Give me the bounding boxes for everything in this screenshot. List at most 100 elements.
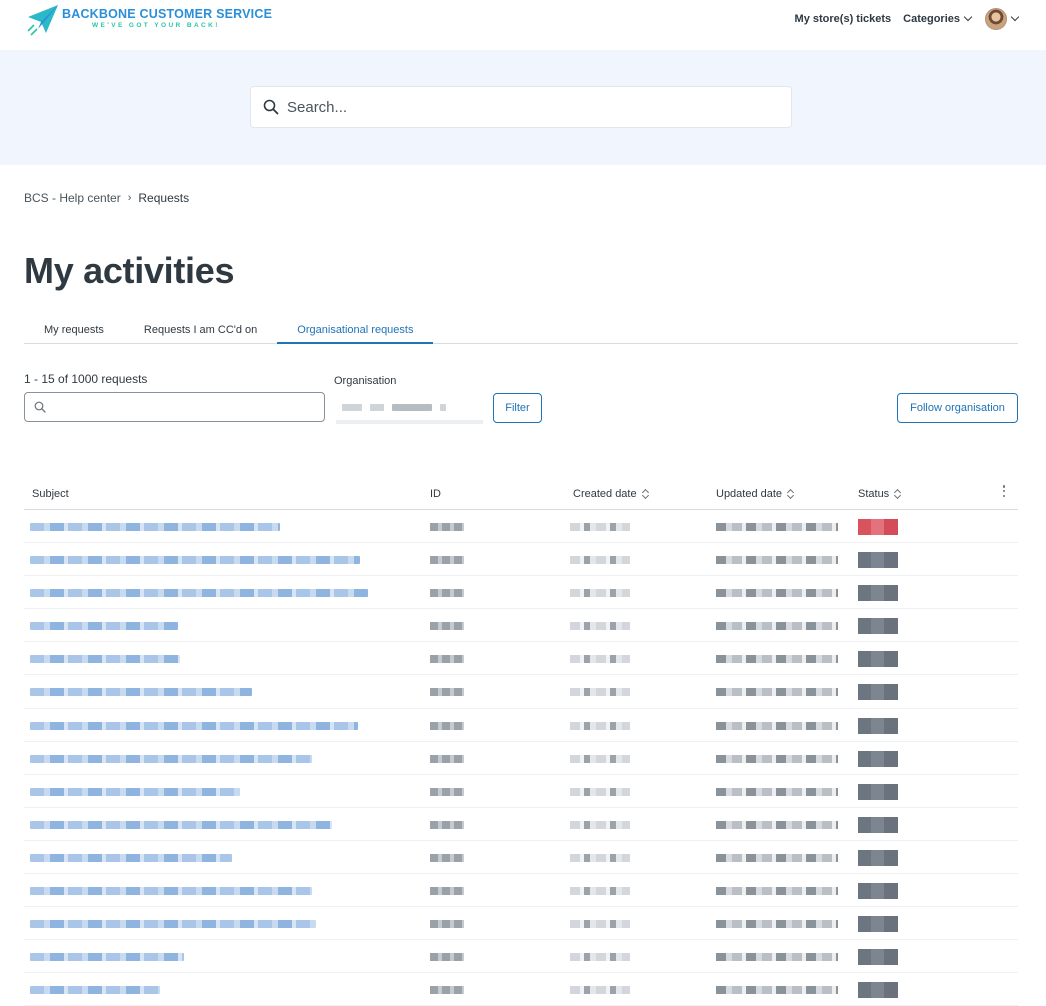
request-subject-link-redacted[interactable]: [30, 688, 252, 697]
request-subject-link-redacted[interactable]: [30, 523, 280, 531]
breadcrumb-separator: ›: [127, 192, 132, 204]
request-subject-link-redacted[interactable]: [30, 556, 360, 565]
updated-date-redacted: [716, 721, 838, 730]
column-updated-date[interactable]: Updated date: [716, 488, 794, 500]
organisation-label: Organisation: [334, 375, 397, 387]
table-header: Subject ID Created date Updated date Sta…: [24, 482, 1018, 510]
table-row[interactable]: [24, 543, 1018, 577]
table-body: [24, 510, 1018, 1006]
request-subject-link-redacted[interactable]: [30, 986, 160, 995]
updated-date-redacted: [716, 754, 838, 763]
sort-icon: [642, 489, 649, 499]
column-status-label: Status: [858, 488, 890, 500]
table-row[interactable]: [24, 907, 1018, 941]
organisation-value-redacted: [342, 403, 362, 411]
request-subject-link-redacted[interactable]: [30, 787, 240, 796]
chevron-down-icon: [1010, 12, 1020, 22]
request-subject-link-redacted[interactable]: [30, 920, 316, 929]
request-id-redacted: [430, 721, 464, 730]
updated-date-redacted: [716, 986, 838, 995]
organisation-value-redacted: [440, 403, 446, 411]
user-menu[interactable]: [985, 8, 1020, 30]
request-id-redacted: [430, 787, 464, 796]
filter-button[interactable]: Filter: [493, 393, 542, 423]
breadcrumb-current[interactable]: Requests: [138, 191, 189, 205]
request-subject-link-redacted[interactable]: [30, 622, 178, 631]
nav-categories-dropdown[interactable]: Categories: [903, 12, 973, 25]
hero-banner: [0, 50, 1046, 165]
created-date-redacted: [570, 721, 630, 730]
status-badge: [858, 651, 898, 668]
updated-date-redacted: [716, 688, 838, 697]
column-created-date[interactable]: Created date: [573, 488, 649, 500]
request-id-redacted: [430, 953, 464, 962]
brand-title: BACKBONE CUSTOMER SERVICE: [62, 7, 273, 21]
status-badge: [858, 552, 898, 569]
tab-organisational-requests[interactable]: Organisational requests: [277, 318, 434, 344]
updated-date-redacted: [716, 920, 838, 929]
search-icon: [34, 401, 46, 413]
request-id-redacted: [430, 887, 464, 896]
created-date-redacted: [570, 820, 630, 829]
header-nav: My store(s) tickets Categories: [795, 8, 1020, 30]
table-row[interactable]: [24, 675, 1018, 709]
table-row[interactable]: [24, 808, 1018, 841]
column-updated-label: Updated date: [716, 488, 783, 500]
organisation-value-redacted: [370, 403, 384, 411]
sort-icon: [894, 489, 901, 499]
created-date-redacted: [570, 556, 630, 565]
created-date-redacted: [570, 523, 630, 531]
tab-requests-cc[interactable]: Requests I am CC'd on: [124, 318, 277, 344]
request-count: 1 - 15 of 1000 requests: [24, 372, 148, 386]
request-search-field[interactable]: [24, 392, 325, 422]
paper-plane-icon: [27, 5, 58, 36]
status-badge: [858, 750, 898, 767]
sort-icon: [787, 489, 794, 499]
request-subject-link-redacted[interactable]: [30, 655, 180, 664]
table-row[interactable]: [24, 576, 1018, 610]
request-subject-link-redacted[interactable]: [30, 887, 312, 896]
updated-date-redacted: [716, 655, 838, 664]
status-badge: [858, 684, 898, 701]
avatar: [985, 8, 1007, 30]
request-subject-link-redacted[interactable]: [30, 589, 368, 598]
table-row[interactable]: [24, 609, 1018, 643]
request-subject-link-redacted[interactable]: [30, 953, 184, 962]
column-subject: Subject: [32, 488, 69, 500]
help-center-search[interactable]: [250, 86, 792, 128]
page-title: My activities: [24, 250, 235, 291]
follow-organisation-button[interactable]: Follow organisation: [897, 393, 1018, 423]
request-search-input[interactable]: [52, 400, 312, 414]
table-row[interactable]: [24, 510, 1018, 544]
organisation-select[interactable]: [336, 394, 483, 424]
breadcrumb-root[interactable]: BCS - Help center: [24, 191, 121, 205]
request-subject-link-redacted[interactable]: [30, 721, 358, 730]
column-status[interactable]: Status: [858, 488, 901, 500]
tab-my-requests[interactable]: My requests: [24, 318, 124, 344]
table-row[interactable]: [24, 775, 1018, 808]
request-subject-link-redacted[interactable]: [30, 853, 232, 862]
table-row[interactable]: [24, 940, 1018, 974]
table-row[interactable]: [24, 841, 1018, 875]
breadcrumb: BCS - Help center › Requests: [24, 191, 189, 205]
table-row[interactable]: [24, 709, 1018, 742]
created-date-redacted: [570, 920, 630, 929]
request-subject-link-redacted[interactable]: [30, 820, 332, 829]
table-row[interactable]: [24, 742, 1018, 775]
more-options-icon[interactable]: [1002, 485, 1006, 497]
updated-date-redacted: [716, 556, 838, 565]
status-badge: [858, 849, 898, 866]
table-row[interactable]: [24, 874, 1018, 908]
updated-date-redacted: [716, 787, 838, 796]
nav-my-store-tickets[interactable]: My store(s) tickets: [795, 13, 892, 25]
created-date-redacted: [570, 853, 630, 862]
created-date-redacted: [570, 953, 630, 962]
updated-date-redacted: [716, 589, 838, 598]
request-subject-link-redacted[interactable]: [30, 754, 312, 763]
table-row[interactable]: [24, 973, 1018, 1006]
created-date-redacted: [570, 589, 630, 598]
search-input[interactable]: [287, 98, 767, 116]
brand-logo[interactable]: BACKBONE CUSTOMER SERVICE WE'VE GOT YOUR…: [26, 3, 272, 37]
table-row[interactable]: [24, 642, 1018, 676]
updated-date-redacted: [716, 622, 838, 631]
